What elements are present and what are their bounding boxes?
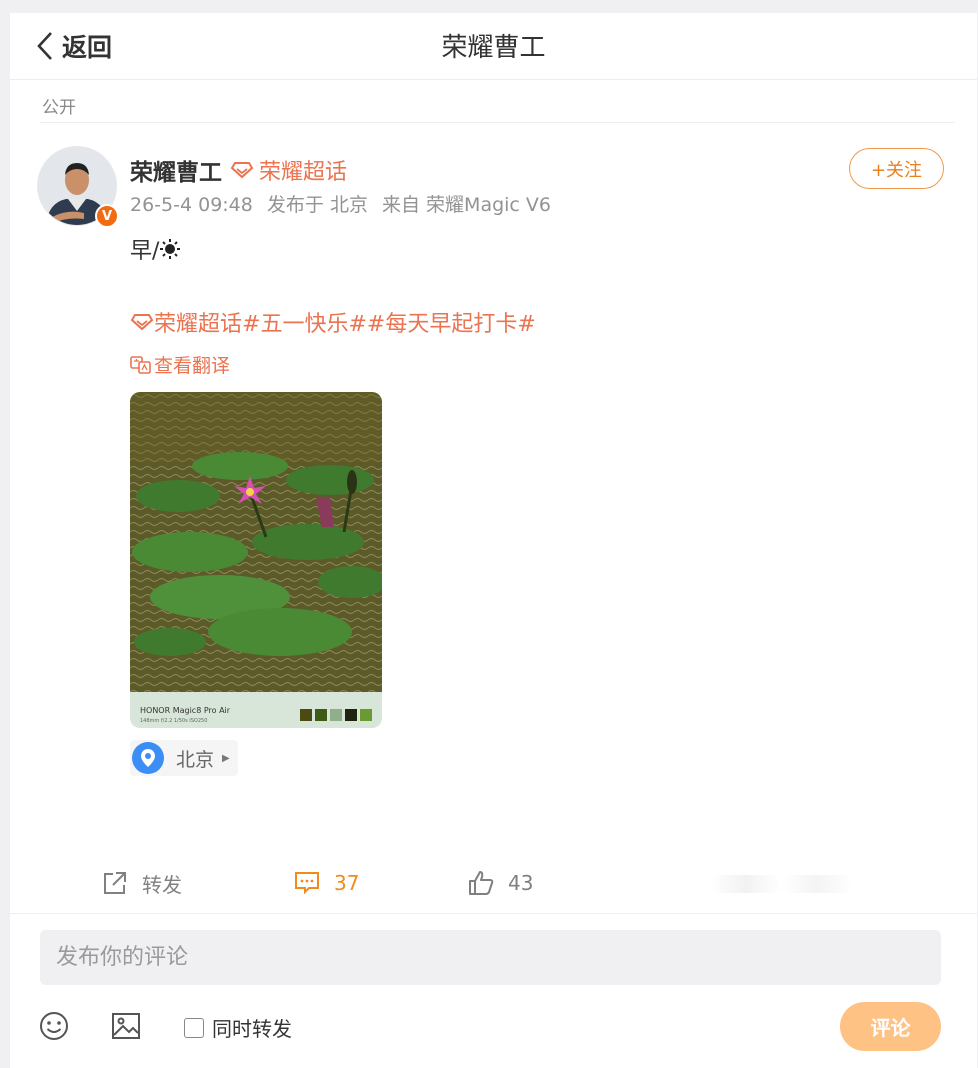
page-title: 荣耀曹工 [441, 33, 546, 63]
tag-labor-day[interactable]: #五一快乐# [242, 306, 367, 338]
swatch [360, 709, 372, 721]
emoji-icon [40, 1012, 68, 1040]
watermark-brand: HONOR Magic8 Pro Air [140, 706, 231, 715]
comment-button[interactable]: 37 [294, 863, 359, 903]
water-lily-photo [130, 392, 382, 692]
tag-supertopic[interactable]: 荣耀超话 [154, 306, 242, 338]
translate-icon [130, 355, 151, 374]
checkbox-box[interactable] [184, 1017, 204, 1038]
hashtag-row: 荣耀超话 #五一快乐# #每天早起打卡# [130, 306, 536, 338]
supertopic-label: 荣耀超话 [259, 160, 348, 185]
follow-button[interactable]: +关注 [849, 148, 944, 189]
supertopic-link[interactable]: 荣耀超话 [230, 154, 347, 186]
location-pin-icon [132, 742, 164, 774]
comment-count: 37 [334, 871, 360, 895]
color-swatches [300, 709, 372, 721]
verified-badge: V [95, 204, 119, 228]
post-text: 早/ [130, 233, 181, 265]
tag-early-rise[interactable]: #每天早起打卡# [367, 306, 536, 338]
sync-repost-checkbox[interactable]: 同时转发 [184, 1013, 292, 1042]
post-meta: 26-5-4 09:48 发布于 北京 来自 荣耀Magic V6 [130, 190, 559, 217]
swatch [315, 709, 327, 721]
caret-right-icon: ▶ [222, 752, 230, 764]
diamond-icon [230, 162, 254, 179]
image-icon [112, 1013, 140, 1039]
submit-comment-button[interactable]: 评论 [840, 1002, 941, 1051]
sun-icon [160, 239, 181, 259]
post-source: 来自 荣耀Magic V6 [382, 194, 552, 216]
post-text-content: 早/ [130, 239, 160, 264]
comment-input[interactable] [40, 930, 941, 985]
image-upload-button[interactable] [110, 1011, 142, 1041]
divider [10, 913, 977, 914]
emoji-button[interactable] [38, 1010, 70, 1042]
photo-watermark-bar: HONOR Magic8 Pro Air 148mm f/2.2 1/50s I… [130, 692, 382, 728]
diamond-icon [130, 314, 154, 331]
watermark-params: 148mm f/2.2 1/50s ISO250 [140, 718, 208, 724]
sync-repost-label: 同时转发 [212, 1017, 292, 1041]
top-bar: 返回 荣耀曹工 [10, 13, 977, 80]
share-icon [104, 872, 126, 894]
author-row: 荣耀曹工 荣耀超话 [130, 153, 347, 187]
swatch [330, 709, 342, 721]
blurred-element [710, 875, 853, 893]
location-chip[interactable]: 北京 ▶ [130, 740, 238, 776]
repost-button[interactable]: 转发 [102, 863, 182, 903]
repost-label: 转发 [142, 872, 182, 897]
thumbs-up-icon [469, 871, 494, 895]
swatch [345, 709, 357, 721]
post-location-meta: 发布于 北京 [266, 194, 368, 216]
translate-label: 查看翻译 [154, 355, 231, 377]
visibility-label: 公开 [42, 98, 76, 118]
post-photo[interactable]: HONOR Magic8 Pro Air 148mm f/2.2 1/50s I… [130, 392, 382, 728]
translate-button[interactable]: 查看翻译 [130, 351, 230, 378]
avatar[interactable]: V [37, 146, 119, 228]
comment-icon [295, 872, 319, 895]
author-name[interactable]: 荣耀曹工 [130, 153, 222, 187]
post-time[interactable]: 26-5-4 09:48 [130, 194, 253, 216]
action-bar: 转发 37 43 [10, 863, 977, 913]
swatch [300, 709, 312, 721]
divider [40, 122, 955, 123]
location-label: 北京 [176, 748, 215, 771]
like-count: 43 [508, 871, 534, 895]
weibo-detail-card: 返回 荣耀曹工 公开 V 荣耀曹工 荣耀超话 26-5-4 09:48 发布于 … [10, 13, 977, 1068]
like-button[interactable]: 43 [468, 863, 533, 903]
